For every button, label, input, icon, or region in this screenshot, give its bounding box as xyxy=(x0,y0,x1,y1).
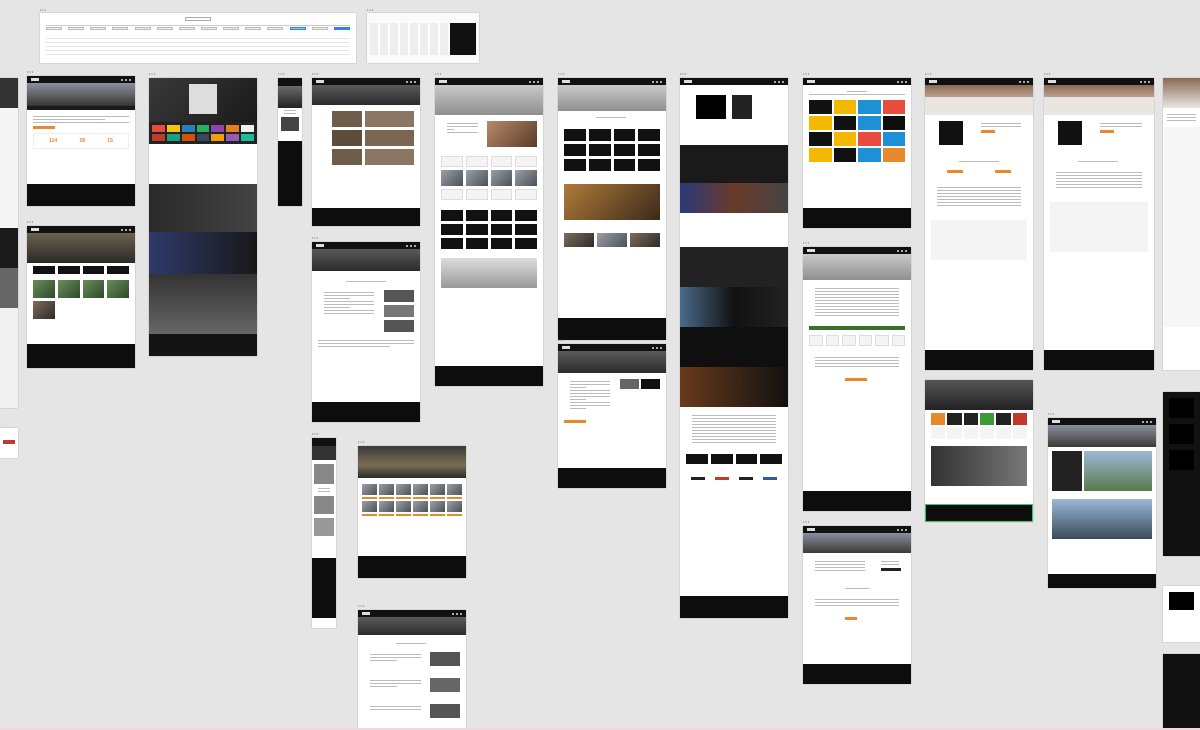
offscreen-frame-left-2[interactable] xyxy=(0,428,18,458)
sitemap-nodes xyxy=(46,27,350,30)
stat-value: 15 xyxy=(107,138,113,144)
design-canvas[interactable]: ••• ••• ••• 114 28 15 ••• ••• ••• ••• ••… xyxy=(0,0,1200,730)
offscreen-frame-right-4[interactable] xyxy=(1163,654,1200,730)
frame-label: ••• xyxy=(558,337,566,342)
frame-label: ••• xyxy=(558,71,566,76)
frame-label: ••• xyxy=(680,71,688,76)
offscreen-frame-right-3[interactable] xyxy=(1163,586,1200,642)
frame-contact[interactable] xyxy=(803,526,911,684)
stat-value: 28 xyxy=(79,138,86,144)
stat-value: 114 xyxy=(49,138,58,144)
frame-news-bottom[interactable] xyxy=(358,610,466,730)
component-dark-tile xyxy=(450,23,476,55)
frame-article[interactable] xyxy=(312,242,420,422)
frame-about-page[interactable]: 114 28 15 xyxy=(27,76,135,206)
frame-product-grid[interactable] xyxy=(358,446,466,578)
frame-label: ••• xyxy=(925,71,933,76)
frame-label: ••• xyxy=(149,71,157,76)
sitemap-root-node[interactable] xyxy=(185,17,211,21)
sitemap-connector xyxy=(46,25,350,26)
frame-label: ••• xyxy=(1048,411,1056,416)
logo-icon xyxy=(31,78,39,81)
frame-brands[interactable] xyxy=(803,78,911,228)
frame-label: ••• xyxy=(27,219,35,224)
frame-label: ••• xyxy=(278,71,286,76)
frame-mobile-2[interactable] xyxy=(312,438,336,628)
offscreen-frame-right[interactable] xyxy=(1163,78,1200,370)
frame-news-list[interactable] xyxy=(312,78,420,226)
frame-mobile-1[interactable] xyxy=(278,78,302,206)
frame-label: ••• xyxy=(358,439,366,444)
frame-long-showroom[interactable] xyxy=(680,78,788,618)
frame-label: ••• xyxy=(803,71,811,76)
frame-label: ••• xyxy=(312,71,320,76)
frame-icon-categories[interactable] xyxy=(925,380,1033,522)
frame-label: ••• xyxy=(312,431,320,436)
offscreen-frame-left[interactable] xyxy=(0,78,18,408)
frame-label: ••• xyxy=(435,71,443,76)
frame-label: ••• xyxy=(358,603,366,608)
frame-product-dark[interactable] xyxy=(149,78,257,356)
sitemap-board[interactable] xyxy=(40,13,356,63)
frame-form-page[interactable] xyxy=(803,247,911,511)
frame-label: ••• xyxy=(803,519,811,524)
frame-house-page[interactable] xyxy=(1048,418,1156,588)
frame-blog-article[interactable] xyxy=(558,344,666,488)
frame-label: ••• xyxy=(367,7,375,12)
stats-box: 114 28 15 xyxy=(33,133,129,149)
frame-label: ••• xyxy=(27,69,35,74)
frame-locations-page[interactable] xyxy=(27,226,135,368)
frame-category-grid[interactable] xyxy=(558,78,666,340)
frame-label: ••• xyxy=(312,235,320,240)
offscreen-frame-right-2[interactable] xyxy=(1163,392,1200,556)
cta-button[interactable] xyxy=(33,126,55,129)
frame-label: ••• xyxy=(1044,71,1052,76)
frame-label: ••• xyxy=(803,240,811,245)
frame-product-detail-2[interactable] xyxy=(1044,78,1154,370)
frame-label: ••• xyxy=(40,7,48,12)
component-board[interactable] xyxy=(367,13,479,63)
frame-services-page[interactable] xyxy=(435,78,543,386)
frame-product-detail-1[interactable] xyxy=(925,78,1033,370)
